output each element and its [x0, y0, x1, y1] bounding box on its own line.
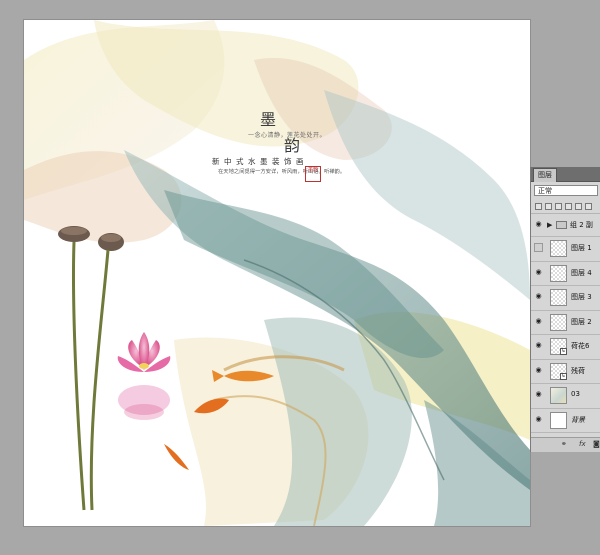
- layer-row[interactable]: ◉ 图层 4: [531, 261, 600, 286]
- layer-name: 荷花6: [571, 342, 590, 350]
- brush-lock-icon[interactable]: [565, 203, 572, 210]
- artwork-title-char-2: 韵: [284, 136, 301, 155]
- panel-tab-bar: 图层: [531, 167, 600, 182]
- document-canvas[interactable]: 墨 一念心清静，莲花处处开。 韵 新中式水墨装饰画 在天地之间觅得一方安详，听风…: [24, 20, 530, 526]
- artwork-title-char-1: 墨: [260, 110, 277, 129]
- link-layers-icon[interactable]: ⚭: [561, 440, 567, 448]
- layer-thumbnail: [550, 387, 567, 404]
- layer-name: 图层 3: [571, 293, 592, 301]
- layer-row[interactable]: ◉ ↳ 残荷: [531, 359, 600, 384]
- ink-artwork: [24, 20, 530, 526]
- move-lock-icon[interactable]: [575, 203, 582, 210]
- visibility-eye-icon[interactable]: ◉: [534, 366, 543, 374]
- layer-thumbnail: [550, 264, 567, 282]
- visibility-eye-icon[interactable]: ◉: [534, 415, 543, 423]
- lock-transparency-icon[interactable]: [535, 203, 542, 210]
- blend-mode-row: 正常: [531, 182, 600, 200]
- mask-icon[interactable]: ◙: [593, 440, 600, 448]
- blend-mode-select[interactable]: 正常: [534, 185, 598, 196]
- layers-panel: 图层 正常 ◉ ▶ 组 2 副 图层 1 ◉ 图层 4 ◉ 图层 3 ◉ 图层 …: [530, 167, 600, 452]
- lock-tools-row: [531, 200, 600, 214]
- visibility-eye-icon[interactable]: ◉: [534, 342, 543, 349]
- folder-icon: [556, 221, 567, 229]
- fx-icon[interactable]: fx: [579, 440, 586, 448]
- layer-name: 残荷: [571, 366, 585, 375]
- layers-list: ◉ ▶ 组 2 副 图层 1 ◉ 图层 4 ◉ 图层 3 ◉ 图层 2 ◉ ↳ …: [531, 214, 600, 433]
- artwork-subtitle: 新中式水墨装饰画: [212, 157, 308, 166]
- layer-name: 图层 4: [571, 268, 592, 277]
- layer-name: 图层 1: [571, 244, 592, 252]
- lotus-pod-right: [89, 233, 124, 511]
- layer-group-row[interactable]: ◉ ▶ 组 2 副: [531, 214, 600, 237]
- expand-arrow-icon[interactable]: ▶: [547, 221, 552, 229]
- lotus-pod-left: [58, 226, 90, 511]
- group-name: 组 2 副: [570, 221, 593, 229]
- visibility-eye-icon[interactable]: ◉: [534, 268, 543, 276]
- visibility-eye-icon[interactable]: ◉: [534, 317, 543, 325]
- lotus-flower: [117, 332, 171, 420]
- smart-object-link-icon: ↳: [560, 372, 567, 380]
- visibility-eye-icon[interactable]: ◉: [534, 293, 543, 300]
- lock-all-icon[interactable]: [585, 203, 592, 210]
- layer-row[interactable]: ◉ ↳ 荷花6: [531, 335, 600, 360]
- layer-row[interactable]: ◉ 图层 3: [531, 286, 600, 311]
- layer-row[interactable]: ◉ 图层 2: [531, 310, 600, 335]
- layer-thumbnail: [550, 240, 567, 257]
- layer-thumbnail: [550, 313, 567, 331]
- layer-thumbnail: [550, 289, 567, 306]
- layer-row[interactable]: 图层 1: [531, 237, 600, 262]
- visibility-eye-icon[interactable]: ◉: [534, 391, 543, 398]
- tab-layers[interactable]: 图层: [533, 168, 557, 182]
- layer-row[interactable]: ◉ 背景: [531, 408, 600, 433]
- lock-position-icon[interactable]: [555, 203, 562, 210]
- visibility-empty-box[interactable]: [534, 243, 543, 252]
- layer-name: 03: [571, 390, 580, 398]
- lock-pixels-icon[interactable]: [545, 203, 552, 210]
- visibility-eye-icon[interactable]: ◉: [534, 221, 543, 228]
- layer-thumbnail: [550, 411, 567, 429]
- layer-name: 图层 2: [571, 317, 592, 326]
- seal-stamp: 墨韵: [305, 166, 321, 182]
- panel-footer: ⚭ fx ◙: [531, 437, 600, 452]
- layer-name: 背景: [571, 415, 585, 424]
- layer-row[interactable]: ◉ 03: [531, 384, 600, 409]
- artwork-small-line: 在天地之间觅得一方安详，听风雨，听山语，听禅韵。: [218, 169, 346, 175]
- smart-object-link-icon: ↳: [560, 348, 567, 355]
